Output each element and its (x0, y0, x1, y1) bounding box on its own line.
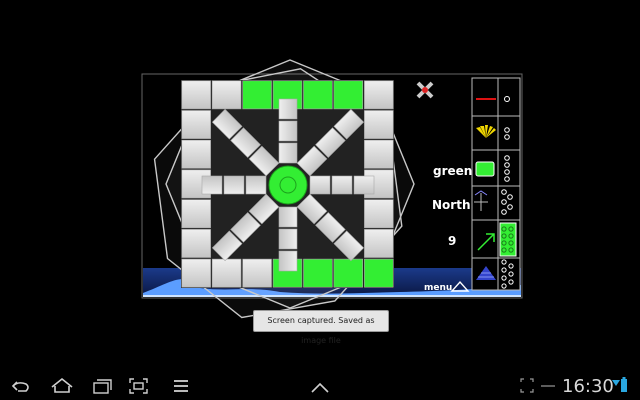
board-tile[interactable] (181, 199, 211, 229)
spoke-tile[interactable] (278, 250, 298, 272)
recent-apps-icon[interactable] (93, 379, 112, 394)
direction-label: North (432, 198, 471, 212)
board-tile[interactable] (303, 80, 333, 110)
spoke-tile[interactable] (309, 175, 331, 195)
toast-message: Screen captured. Saved as image file (253, 310, 389, 345)
spoke-tile[interactable] (278, 98, 298, 120)
board-tile[interactable] (333, 80, 363, 110)
status-clock: 16:30 (562, 376, 614, 397)
menu-label[interactable]: menu (424, 283, 452, 293)
board-tile[interactable] (181, 139, 211, 169)
board-tile[interactable] (181, 229, 211, 258)
spoke-tile[interactable] (223, 175, 245, 195)
board-tile[interactable] (364, 80, 394, 110)
menu-icon[interactable] (174, 380, 188, 392)
green-square-icon[interactable] (475, 161, 495, 177)
board-tile[interactable] (364, 110, 394, 139)
battery-icon (621, 377, 627, 392)
up-chevron-icon[interactable] (311, 382, 329, 393)
board-tile[interactable] (364, 199, 394, 229)
spoke-tile[interactable] (245, 175, 267, 195)
board-tile[interactable] (211, 80, 242, 110)
back-icon[interactable] (11, 381, 29, 392)
spoke-tile[interactable] (201, 175, 223, 195)
board-tile[interactable] (364, 229, 394, 258)
system-navigation-bar (0, 372, 640, 400)
spoke-tile[interactable] (278, 120, 298, 142)
count-label: 9 (448, 234, 457, 248)
fullscreen-icon[interactable] (520, 378, 534, 393)
screenshot-icon[interactable] (129, 378, 148, 394)
board-tile[interactable] (181, 110, 211, 139)
board-tile[interactable] (242, 258, 272, 288)
board-tile[interactable] (211, 258, 242, 288)
board-tile[interactable] (181, 80, 211, 110)
board-tile[interactable] (303, 258, 333, 288)
spoke-tile[interactable] (278, 206, 298, 228)
home-icon[interactable] (51, 377, 73, 393)
center-hub[interactable] (268, 165, 308, 205)
board-tile[interactable] (181, 258, 211, 288)
spoke-tile[interactable] (353, 175, 375, 195)
spoke-tile[interactable] (278, 228, 298, 250)
board-tile[interactable] (333, 258, 363, 288)
board-tile[interactable] (364, 258, 394, 288)
spoke-tile[interactable] (331, 175, 353, 195)
board-tile[interactable] (364, 139, 394, 169)
spoke-tile[interactable] (278, 142, 298, 164)
board-tile[interactable] (242, 80, 272, 110)
color-label: green (433, 164, 473, 178)
